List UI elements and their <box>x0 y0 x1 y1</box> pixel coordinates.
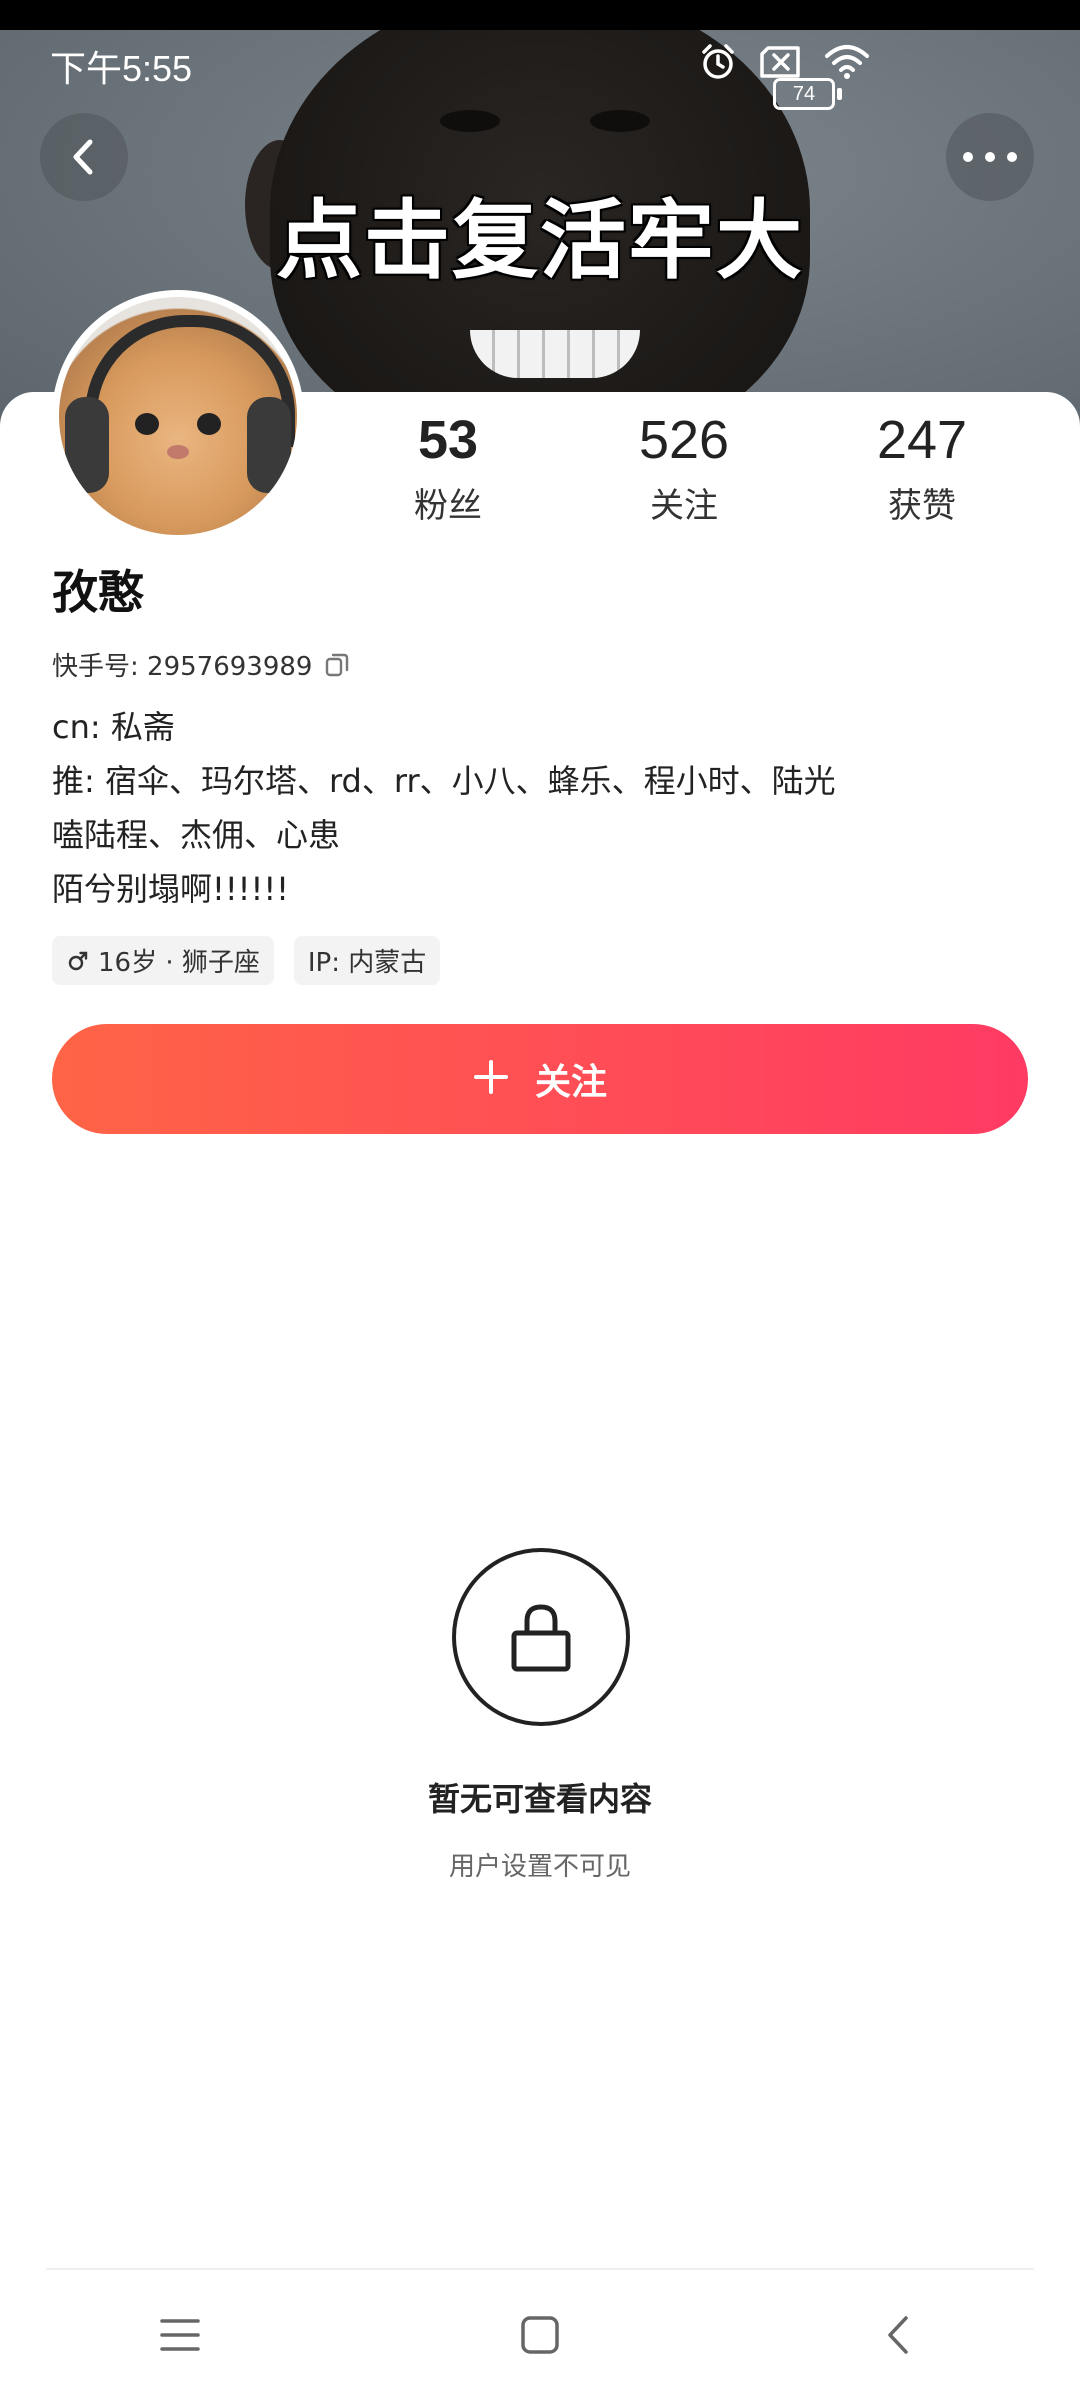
stat-fans[interactable]: 53 粉丝 <box>358 410 538 527</box>
stat-following-label: 关注 <box>650 486 718 526</box>
menu-icon[interactable] <box>158 2313 202 2357</box>
more-button[interactable] <box>946 113 1034 201</box>
more-dots-icon <box>985 152 995 162</box>
lock-icon <box>452 1548 630 1726</box>
battery-icon: 74 <box>773 78 842 110</box>
banner-image-teeth <box>470 330 640 378</box>
follow-button-label: 关注 <box>534 1062 607 1103</box>
more-dots-icon <box>963 152 973 162</box>
stat-fans-value: 53 <box>417 410 479 470</box>
male-icon <box>68 951 88 970</box>
banner-image-eye <box>590 110 650 132</box>
bio-line: 推: 宿伞、玛尔塔、rd、rr、小八、蜂乐、程小时、陆光 <box>52 762 836 800</box>
empty-state-title: 暂无可查看内容 <box>427 1780 652 1818</box>
avatar-image <box>59 297 297 535</box>
profile-tags: 16岁 · 狮子座 IP: 内蒙古 <box>52 936 441 985</box>
status-icons <box>698 42 870 82</box>
user-id-row: 快手号: 2957693989 <box>52 646 352 683</box>
plus-icon <box>473 1055 509 1103</box>
stat-fans-label: 粉丝 <box>414 486 482 526</box>
back-button[interactable] <box>40 113 128 201</box>
stat-likes-value: 247 <box>876 410 968 470</box>
bio-line: cn: 私斋 <box>52 708 175 746</box>
bio-line: 陌兮别塌啊!!!!!! <box>52 870 289 908</box>
chevron-left-icon <box>73 139 93 175</box>
copy-icon[interactable] <box>322 650 352 680</box>
alarm-icon <box>702 44 734 79</box>
empty-state-subtitle: 用户设置不可见 <box>448 1852 631 1882</box>
stat-following[interactable]: 526 关注 <box>594 410 774 527</box>
more-dots-icon <box>1007 152 1017 162</box>
banner-image-eye <box>440 110 500 132</box>
avatar[interactable] <box>52 290 304 542</box>
user-id: 快手号: 2957693989 <box>52 652 313 682</box>
stat-likes[interactable]: 247 获赞 <box>832 410 1012 527</box>
stat-following-value: 526 <box>638 410 730 470</box>
bio-line: 嗑陆程、杰佣、心患 <box>52 816 341 854</box>
age-zodiac-tag: 16岁 · 狮子座 <box>52 936 274 985</box>
back-icon[interactable] <box>878 2313 922 2357</box>
status-time: 下午5:55 <box>50 48 193 89</box>
age-zodiac-text: 16岁 · 狮子座 <box>98 948 260 978</box>
system-nav-bar <box>0 2290 1080 2380</box>
ip-location-text: IP: 内蒙古 <box>307 948 427 978</box>
no-sim-icon <box>760 46 800 78</box>
nickname: 孜憨 <box>52 565 144 619</box>
nav-divider <box>46 2268 1034 2270</box>
stat-likes-label: 获赞 <box>888 486 956 526</box>
bio: cn: 私斋 推: 宿伞、玛尔塔、rd、rr、小八、蜂乐、程小时、陆光 嗑陆程、… <box>52 700 836 916</box>
banner-caption: 点击复活牢大 <box>276 191 804 291</box>
home-icon[interactable] <box>518 2313 562 2357</box>
top-edge <box>0 0 1080 30</box>
ip-location-tag: IP: 内蒙古 <box>293 936 441 985</box>
wifi-icon <box>825 45 869 79</box>
status-bar: 下午5:55 74 <box>0 30 1080 110</box>
follow-button[interactable]: 关注 <box>52 1024 1028 1134</box>
profile-card <box>0 392 1080 2400</box>
